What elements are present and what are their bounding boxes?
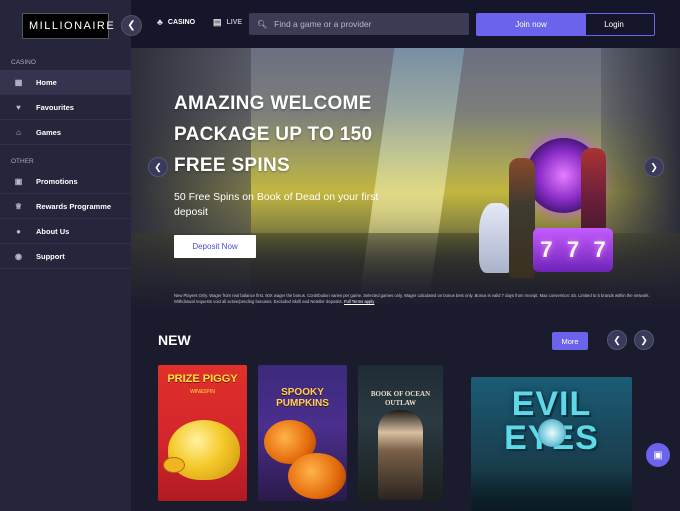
info-icon: ● bbox=[16, 226, 21, 236]
sidebar-item-rewards[interactable]: ♕ Rewards Programme bbox=[0, 194, 131, 219]
sidebar-item-support[interactable]: ◉ Support bbox=[0, 244, 131, 269]
tab-label: LIVE bbox=[226, 19, 243, 26]
sidebar-item-label: Rewards Programme bbox=[36, 201, 112, 211]
heart-icon: ♥ bbox=[16, 102, 21, 112]
hero-artwork: 777 bbox=[471, 108, 631, 283]
sidebar-collapse-button[interactable]: ❮ bbox=[121, 15, 142, 36]
live-icon: ▤ bbox=[213, 17, 222, 27]
chevron-left-icon: ❮ bbox=[154, 161, 162, 172]
sidebar-item-label: Support bbox=[36, 251, 65, 261]
sidebar-item-promotions[interactable]: ▣ Promotions bbox=[0, 169, 131, 194]
top-bar: ♣ CASINO ▤ LIVE 🔍︎ Join now Login bbox=[131, 0, 680, 48]
pirate-art bbox=[378, 410, 423, 500]
character-art bbox=[509, 158, 535, 278]
sidebar-item-label: Games bbox=[36, 127, 62, 137]
chevron-right-icon: ❯ bbox=[650, 161, 658, 172]
join-now-button[interactable]: Join now bbox=[476, 13, 586, 36]
sidebar-item-favourites[interactable]: ♥ Favourites bbox=[0, 95, 131, 120]
chat-bubble-icon: ▣ bbox=[653, 449, 663, 461]
hero-prev-button[interactable]: ❮ bbox=[148, 157, 168, 177]
trophy-icon: ♕ bbox=[14, 201, 23, 211]
game-card-book-of-ocean-outlaw[interactable]: BOOK OF OCEAN OUTLAW bbox=[358, 365, 443, 501]
sidebar: MILLIONAIRE CASINO ▦ Home ♥ Favourites ⌂… bbox=[0, 0, 131, 511]
sidebar-item-about[interactable]: ● About Us bbox=[0, 219, 131, 244]
new-prev-button[interactable]: ❮ bbox=[607, 330, 627, 350]
tab-casino[interactable]: ♣ CASINO bbox=[157, 17, 195, 27]
sidebar-item-games[interactable]: ⌂ Games bbox=[0, 120, 131, 145]
sidebar-item-home[interactable]: ▦ Home bbox=[0, 70, 131, 95]
new-next-button[interactable]: ❯ bbox=[634, 330, 654, 350]
chevron-right-icon: ❯ bbox=[640, 334, 648, 345]
eye-art bbox=[538, 419, 566, 447]
deposit-now-button[interactable]: Deposit Now bbox=[174, 235, 256, 258]
hero-subtitle: 50 Free Spins on Book of Dead on your fi… bbox=[174, 191, 379, 218]
login-button[interactable]: Login bbox=[573, 13, 655, 36]
hero-title: AMAZING WELCOME PACKAGE UP TO 150 FREE S… bbox=[174, 93, 373, 176]
terms-body: New Players Only. Wager from real balanc… bbox=[174, 293, 650, 304]
chevron-left-icon: ❮ bbox=[127, 20, 136, 31]
sidebar-item-label: Favourites bbox=[36, 102, 74, 112]
pig-snout-art bbox=[163, 457, 185, 473]
more-button[interactable]: More bbox=[552, 332, 588, 350]
sidebar-item-label: Promotions bbox=[36, 176, 78, 186]
new-section-title: NEW bbox=[158, 332, 191, 348]
tab-live[interactable]: ▤ LIVE bbox=[213, 17, 242, 28]
search-icon: 🔍︎ bbox=[257, 19, 268, 29]
search-input[interactable] bbox=[274, 19, 465, 29]
game-card-prize-piggy[interactable]: PRIZE PIGGY WIN&SPIN bbox=[158, 365, 247, 501]
hero-banner: 777 AMAZING WELCOME PACKAGE UP TO 150 FR… bbox=[131, 48, 680, 310]
slot-sevens-art: 777 bbox=[533, 228, 613, 272]
game-title: SPOOKY PUMPKINS bbox=[276, 387, 329, 409]
game-title: PRIZE PIGGY bbox=[167, 373, 238, 385]
sidebar-item-label: About Us bbox=[36, 226, 70, 236]
clubs-icon: ♣ bbox=[157, 17, 163, 27]
tab-label: CASINO bbox=[167, 18, 196, 26]
bank-icon: ⌂ bbox=[16, 127, 21, 137]
logo-area: MILLIONAIRE bbox=[0, 0, 131, 52]
hero-next-button[interactable]: ❯ bbox=[644, 157, 664, 177]
tree-silhouette-art bbox=[471, 471, 632, 511]
game-card-spooky-pumpkins[interactable]: SPOOKY PUMPKINS bbox=[258, 365, 347, 501]
full-terms-link[interactable]: Full Terms apply bbox=[344, 299, 374, 304]
live-chat-button[interactable]: ▣ bbox=[646, 443, 670, 467]
hero-terms-text: New Players Only. Wager from real balanc… bbox=[174, 293, 654, 305]
sidebar-section-casino: CASINO bbox=[11, 59, 36, 66]
game-subtitle: WIN&SPIN bbox=[190, 389, 215, 395]
game-card-evil-eyes[interactable]: EVIL EYES bbox=[471, 377, 632, 511]
game-title: BOOK OF OCEAN OUTLAW bbox=[370, 390, 431, 407]
sidebar-section-other: OTHER bbox=[11, 158, 34, 165]
gift-icon: ▣ bbox=[14, 176, 23, 186]
grid-icon: ▦ bbox=[14, 77, 23, 87]
sidebar-item-label: Home bbox=[36, 77, 57, 87]
search-bar[interactable]: 🔍︎ bbox=[249, 13, 469, 35]
logo[interactable]: MILLIONAIRE bbox=[22, 13, 114, 39]
chat-icon: ◉ bbox=[15, 251, 22, 261]
pumpkin-art bbox=[288, 453, 346, 499]
chevron-left-icon: ❮ bbox=[613, 334, 621, 345]
